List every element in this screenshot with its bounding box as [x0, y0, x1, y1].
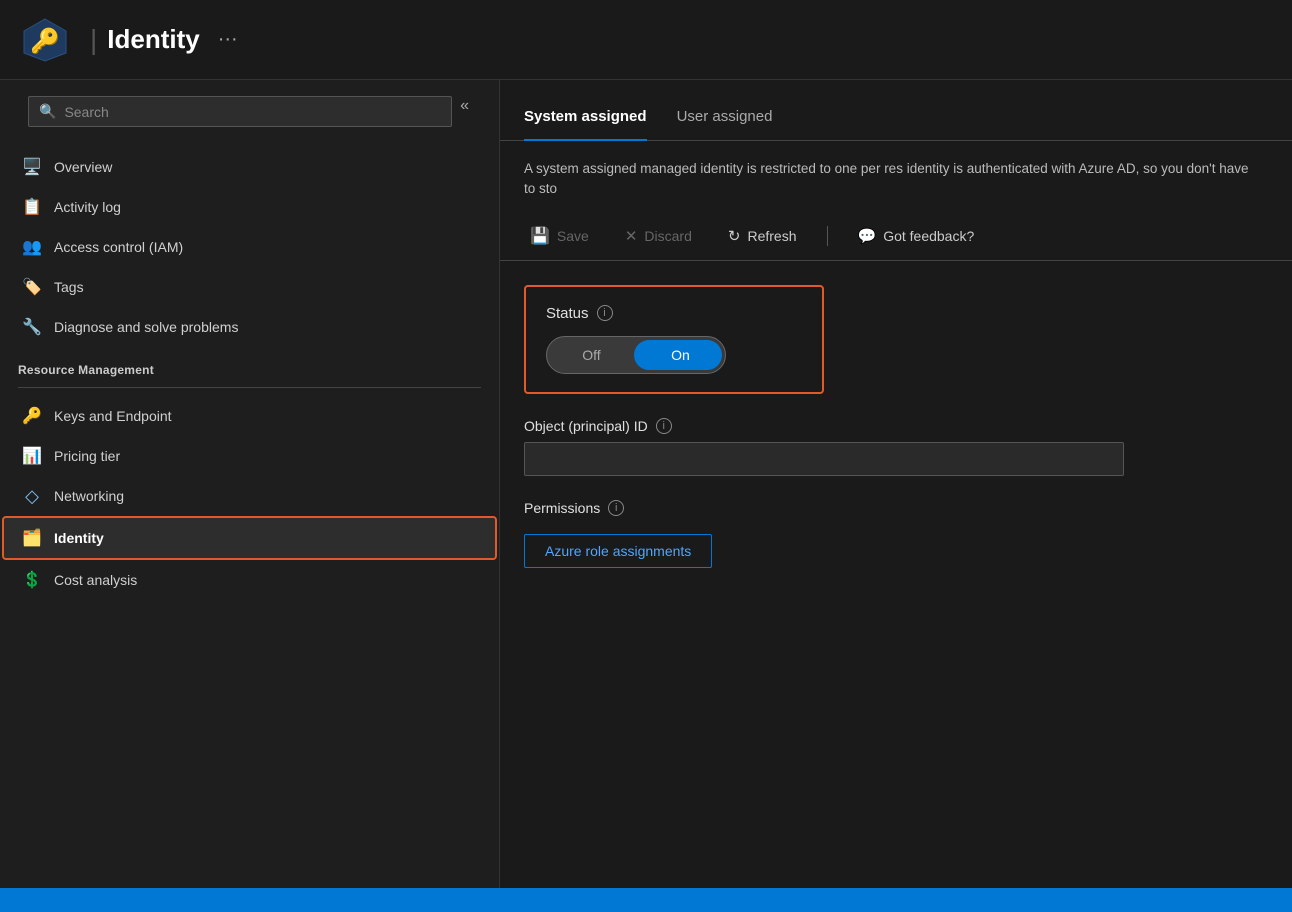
- sidebar-item-label: Keys and Endpoint: [54, 408, 172, 424]
- sidebar-item-label: Pricing tier: [54, 448, 120, 464]
- status-box: Status i Off On: [524, 285, 824, 394]
- main-layout: 🔍 « 🖥️ Overview 📋 Activity log 👥 Access …: [0, 80, 1292, 888]
- collapse-button[interactable]: «: [452, 93, 477, 119]
- sidebar-item-label: Identity: [54, 530, 104, 546]
- feedback-button[interactable]: 💬 Got feedback?: [852, 223, 981, 249]
- title-separator: |: [90, 24, 97, 56]
- status-label: Status: [546, 305, 589, 322]
- sidebar-item-label: Overview: [54, 159, 112, 175]
- save-button[interactable]: 💾 Save: [524, 222, 595, 250]
- feedback-icon: 💬: [858, 227, 877, 245]
- toolbar: 💾 Save ✕ Discard ↻ Refresh 💬 Got feedbac…: [500, 212, 1292, 261]
- footer-bar: [0, 888, 1292, 912]
- sidebar-item-label: Access control (IAM): [54, 239, 183, 255]
- save-label: Save: [557, 228, 589, 244]
- sidebar-item-access-control[interactable]: 👥 Access control (IAM): [4, 227, 495, 267]
- discard-icon: ✕: [625, 227, 638, 245]
- sidebar: 🔍 « 🖥️ Overview 📋 Activity log 👥 Access …: [0, 80, 500, 888]
- description-text: A system assigned managed identity is re…: [500, 141, 1280, 212]
- save-icon: 💾: [530, 226, 550, 246]
- feedback-label: Got feedback?: [883, 228, 974, 244]
- discard-label: Discard: [644, 228, 691, 244]
- sidebar-item-diagnose[interactable]: 🔧 Diagnose and solve problems: [4, 307, 495, 347]
- refresh-icon: ↻: [728, 227, 741, 245]
- sidebar-item-cost-analysis[interactable]: 💲 Cost analysis: [4, 560, 495, 600]
- app-icon: 🔑: [20, 15, 70, 65]
- sidebar-item-tags[interactable]: 🏷️ Tags: [4, 267, 495, 307]
- sidebar-item-keys-endpoint[interactable]: 🔑 Keys and Endpoint: [4, 396, 495, 436]
- top-bar: 🔑 | Identity ···: [0, 0, 1292, 80]
- search-bar[interactable]: 🔍: [28, 96, 452, 127]
- status-label-row: Status i: [546, 305, 802, 322]
- tab-system-assigned[interactable]: System assigned: [524, 100, 647, 141]
- sidebar-item-label: Cost analysis: [54, 572, 137, 588]
- object-id-label: Object (principal) ID: [524, 418, 648, 434]
- sidebar-item-identity[interactable]: 🗂️ Identity: [4, 518, 495, 558]
- page-title: Identity: [107, 24, 199, 55]
- status-info-icon[interactable]: i: [597, 305, 613, 321]
- networking-icon: ◇: [22, 486, 42, 506]
- cost-icon: 💲: [22, 570, 42, 590]
- status-toggle[interactable]: Off On: [546, 336, 726, 374]
- refresh-button[interactable]: ↻ Refresh: [722, 223, 803, 249]
- more-options-icon[interactable]: ···: [218, 28, 238, 51]
- refresh-label: Refresh: [747, 228, 796, 244]
- sidebar-item-label: Networking: [54, 488, 124, 504]
- toolbar-separator: [827, 226, 828, 246]
- permissions-label-row: Permissions i: [524, 500, 1268, 516]
- tags-icon: 🏷️: [22, 277, 42, 297]
- pricing-icon: 📊: [22, 446, 42, 466]
- sidebar-item-label: Activity log: [54, 199, 121, 215]
- permissions-section: Permissions i Azure role assignments: [524, 500, 1268, 568]
- toggle-off-option[interactable]: Off: [547, 343, 636, 367]
- section-content: Status i Off On Object (principal) ID i: [500, 261, 1292, 592]
- object-id-section: Object (principal) ID i: [524, 418, 1268, 476]
- permissions-label: Permissions: [524, 500, 600, 516]
- top-bar-title: | Identity ···: [90, 24, 238, 56]
- tab-user-assigned[interactable]: User assigned: [677, 100, 773, 141]
- sidebar-item-pricing-tier[interactable]: 📊 Pricing tier: [4, 436, 495, 476]
- keys-icon: 🔑: [22, 406, 42, 426]
- sidebar-item-label: Diagnose and solve problems: [54, 319, 238, 335]
- identity-icon: 🗂️: [22, 528, 42, 548]
- svg-text:🔑: 🔑: [30, 26, 60, 55]
- toggle-on-option[interactable]: On: [636, 343, 725, 367]
- object-id-input[interactable]: [524, 442, 1124, 476]
- iam-icon: 👥: [22, 237, 42, 257]
- azure-role-assignments-button[interactable]: Azure role assignments: [524, 534, 712, 568]
- activity-log-icon: 📋: [22, 197, 42, 217]
- permissions-info-icon[interactable]: i: [608, 500, 624, 516]
- tabs-row: System assigned User assigned: [500, 80, 1292, 141]
- discard-button[interactable]: ✕ Discard: [619, 223, 698, 249]
- object-id-label-row: Object (principal) ID i: [524, 418, 1268, 434]
- search-row: 🔍 «: [0, 80, 499, 139]
- sidebar-item-label: Tags: [54, 279, 84, 295]
- resource-management-header: Resource Management: [0, 347, 499, 383]
- search-icon: 🔍: [39, 103, 56, 120]
- section-divider: [18, 387, 481, 388]
- object-id-info-icon[interactable]: i: [656, 418, 672, 434]
- sidebar-item-overview[interactable]: 🖥️ Overview: [4, 147, 495, 187]
- overview-icon: 🖥️: [22, 157, 42, 177]
- sidebar-item-activity-log[interactable]: 📋 Activity log: [4, 187, 495, 227]
- content-area: System assigned User assigned A system a…: [500, 80, 1292, 888]
- diagnose-icon: 🔧: [22, 317, 42, 337]
- sidebar-item-networking[interactable]: ◇ Networking: [4, 476, 495, 516]
- search-input[interactable]: [64, 104, 441, 120]
